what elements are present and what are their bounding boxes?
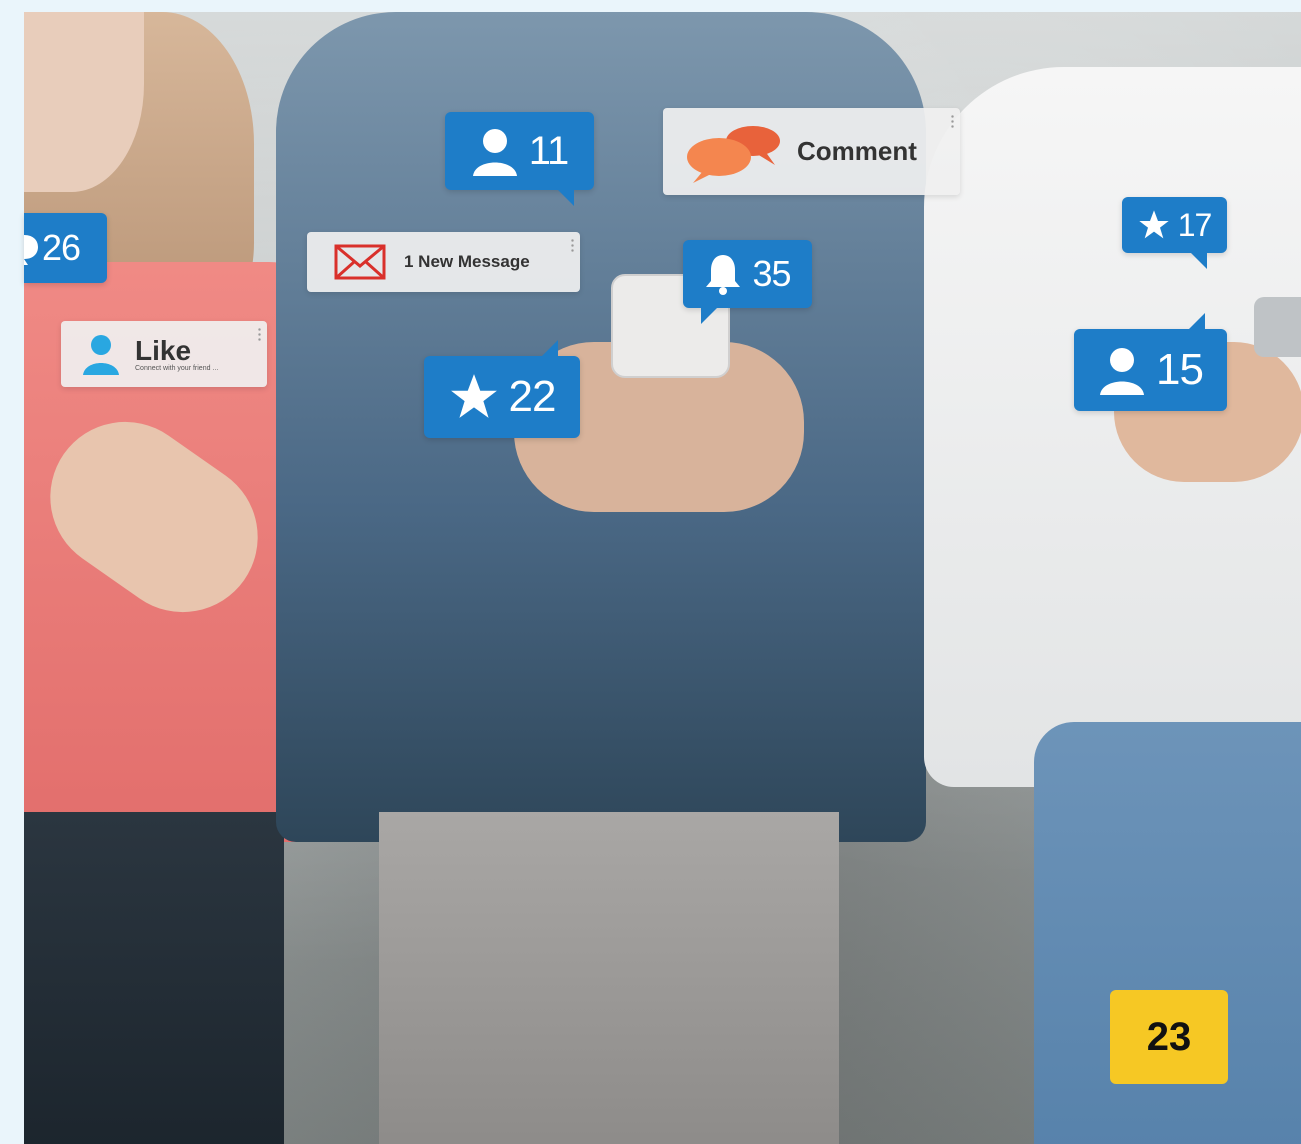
like-card: Like Connect with your friend ... [61, 321, 267, 387]
bubble-tail [540, 340, 558, 358]
comment-count: 26 [42, 227, 81, 268]
comment-label: Comment [797, 136, 917, 166]
comment-icon [24, 231, 38, 265]
bell-bubble-35: 35 [683, 240, 812, 324]
more-icon [951, 114, 954, 128]
followers-count: 15 [1156, 345, 1204, 394]
bubble-tail [701, 306, 719, 324]
chat-bubbles-icon [683, 121, 785, 183]
star-bubble-22: 22 [424, 340, 580, 438]
like-sublabel: Connect with your friend ... [135, 364, 219, 372]
new-message-label: 1 New Message [404, 252, 530, 271]
envelope-icon [334, 244, 386, 280]
like-label: Like [135, 334, 192, 366]
star-count: 17 [1177, 206, 1213, 243]
bell-count: 35 [752, 253, 791, 294]
followers-count: 11 [528, 128, 570, 173]
woman-jeans [24, 812, 284, 1144]
man-grey-pants [379, 812, 839, 1144]
user-icon [471, 126, 519, 176]
followers-bubble-15: 15 [1074, 313, 1227, 411]
bubble-tail [1187, 313, 1205, 331]
comment-card: Comment [663, 108, 960, 195]
comment-bubble-26: 26 [24, 213, 107, 283]
star-icon [1138, 209, 1170, 241]
like-text: Like Connect with your friend ... [135, 334, 219, 372]
more-icon [571, 238, 574, 252]
star-bubble-17: 17 [1122, 197, 1227, 269]
bell-icon [704, 253, 742, 295]
bubble-tail [1189, 251, 1207, 269]
followers-bubble-11: 11 [445, 112, 594, 206]
star-count: 22 [508, 372, 557, 421]
new-message-card: 1 New Message [307, 232, 580, 292]
more-icon [258, 327, 261, 341]
right-smartphone [1254, 297, 1301, 357]
user-icon [81, 333, 121, 375]
star-icon [449, 372, 499, 422]
user-icon [1098, 345, 1146, 395]
page-number-badge: 23 [1110, 990, 1228, 1084]
bubble-tail [556, 188, 574, 206]
